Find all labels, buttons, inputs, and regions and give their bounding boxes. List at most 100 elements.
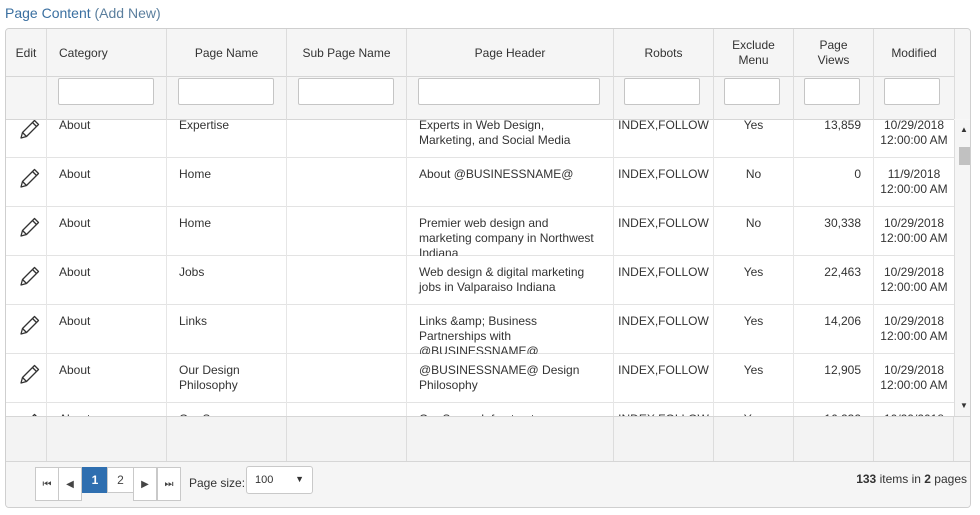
filter-cell-edit [6, 77, 47, 120]
sub-page-name-filter-input[interactable] [298, 78, 394, 105]
sub-page-name-cell [287, 158, 407, 207]
col-header-modified[interactable]: Modified [874, 29, 954, 77]
edit-cell [6, 207, 47, 256]
page-views-cell: 22,463 [794, 256, 874, 305]
exclude-menu-cell: No [714, 158, 794, 207]
footer-cell [794, 417, 874, 462]
vertical-scrollbar[interactable]: ▲ ▼ [954, 120, 970, 416]
pencil-icon[interactable] [18, 168, 42, 193]
add-new-link[interactable]: (Add New) [95, 5, 161, 21]
page-header-cell: Links &amp; Business Partnerships with @… [407, 305, 614, 354]
page-name-cell: Jobs [167, 256, 287, 305]
col-header-page-name[interactable]: Page Name [167, 29, 287, 77]
category-cell: About [47, 158, 167, 207]
footer-cell [47, 417, 167, 462]
page-size-value: 100 [255, 474, 274, 486]
header-scroll-gutter [954, 29, 970, 119]
prev-page-button[interactable]: ◀ [58, 467, 82, 501]
page-name-filter-input[interactable] [178, 78, 274, 105]
scrollbar-thumb[interactable] [959, 147, 970, 165]
pencil-icon[interactable] [18, 217, 42, 242]
exclude-menu-cell: Yes [714, 403, 794, 416]
page-views-cell: 0 [794, 158, 874, 207]
robots-cell: INDEX,FOLLOW [614, 158, 714, 207]
pencil-icon[interactable] [18, 266, 42, 291]
scroll-down-icon[interactable]: ▼ [955, 399, 970, 413]
last-page-button[interactable]: ⏭ [157, 467, 181, 501]
page-header-cell: @BUSINESSNAME@ Design Philosophy [407, 354, 614, 403]
next-page-button[interactable]: ▶ [133, 467, 157, 501]
page-1-button[interactable]: 1 [82, 467, 108, 493]
sub-page-name-cell [287, 305, 407, 354]
first-page-button[interactable]: ⏮ [35, 467, 59, 501]
filter-cell-modified [874, 77, 954, 120]
page-2-button[interactable]: 2 [107, 467, 134, 493]
page-header-cell: Web design & digital marketing jobs in V… [407, 256, 614, 305]
exclude-menu-cell: Yes [714, 256, 794, 305]
page-name-cell: Our Design Philosophy [167, 354, 287, 403]
page-header-filter-input[interactable] [418, 78, 600, 105]
col-header-page-header[interactable]: Page Header [407, 29, 614, 77]
item-count: 133 [856, 472, 877, 486]
page-count: 2 [924, 472, 931, 486]
filter-cell-exclude-menu [714, 77, 794, 120]
page-name-cell: Links [167, 305, 287, 354]
footer-cell [614, 417, 714, 462]
col-header-page-views[interactable]: Page Views [794, 29, 874, 77]
category-filter-input[interactable] [58, 78, 154, 105]
exclude-menu-filter-input[interactable] [724, 78, 780, 105]
pager-info: 133 items in 2 pages [856, 472, 967, 486]
table-row: About Jobs Web design & digital marketin… [6, 256, 954, 305]
filter-cell-sub-page-name [287, 77, 407, 120]
page-header-cell: Premier web design and marketing company… [407, 207, 614, 256]
page-size-select[interactable]: 100 ▼ [246, 466, 313, 494]
robots-filter-input[interactable] [624, 78, 700, 105]
page-views-cell: 30,338 [794, 207, 874, 256]
category-cell: About [47, 256, 167, 305]
table-row: About Expertise Experts in Web Design, M… [6, 120, 954, 158]
last-page-icon: ⏭ [164, 478, 174, 490]
pager-info-end: pages [934, 472, 967, 486]
page-views-cell: 12,905 [794, 354, 874, 403]
footer-cell [6, 417, 47, 462]
robots-cell: INDEX,FOLLOW [614, 305, 714, 354]
grid-body: About Expertise Experts in Web Design, M… [6, 120, 954, 416]
col-header-category[interactable]: Category [47, 29, 167, 77]
table-row: About Links Links &amp; Business Partner… [6, 305, 954, 354]
page-views-filter-input[interactable] [804, 78, 860, 105]
caret-down-icon: ▼ [295, 474, 304, 484]
next-page-icon: ▶ [141, 478, 149, 490]
filter-cell-page-views [794, 77, 874, 120]
col-header-edit: Edit [6, 29, 47, 77]
filter-cell-page-header [407, 77, 614, 120]
sub-page-name-cell [287, 120, 407, 158]
pencil-icon[interactable] [18, 315, 42, 340]
grid-rows: About Expertise Experts in Web Design, M… [6, 120, 954, 416]
page-name-cell: Home [167, 158, 287, 207]
edit-cell [6, 354, 47, 403]
col-header-sub-page-name[interactable]: Sub Page Name [287, 29, 407, 77]
table-row: About Our Design Philosophy @BUSINESSNAM… [6, 354, 954, 403]
pencil-icon[interactable] [18, 364, 42, 389]
page-header-cell: Our Server Infrastructure [407, 403, 614, 416]
pager-info-mid: items in [879, 472, 921, 486]
sub-page-name-cell [287, 403, 407, 416]
pager: ⏮ ◀ 1 2 ▶ ⏭ Page size: 100 ▼ 133 items i… [6, 461, 970, 507]
exclude-menu-cell: No [714, 207, 794, 256]
col-header-exclude-menu[interactable]: Exclude Menu [714, 29, 794, 77]
filter-row [6, 77, 954, 120]
robots-cell: INDEX,FOLLOW [614, 256, 714, 305]
page-views-cell: 14,206 [794, 305, 874, 354]
category-cell: About [47, 120, 167, 158]
exclude-menu-cell: Yes [714, 305, 794, 354]
filter-cell-robots [614, 77, 714, 120]
page-size-label: Page size: [189, 476, 246, 490]
scroll-up-icon[interactable]: ▲ [955, 123, 970, 137]
col-header-robots[interactable]: Robots [614, 29, 714, 77]
modified-cell: 11/9/2018 12:00:00 AM [880, 167, 948, 196]
modified-filter-input[interactable] [884, 78, 940, 105]
page-name-cell: Our Server [167, 403, 287, 416]
pencil-icon[interactable] [18, 120, 42, 144]
robots-cell: INDEX,FOLLOW [614, 207, 714, 256]
modified-cell: 10/29/2018 12:00:00 AM [880, 216, 948, 245]
